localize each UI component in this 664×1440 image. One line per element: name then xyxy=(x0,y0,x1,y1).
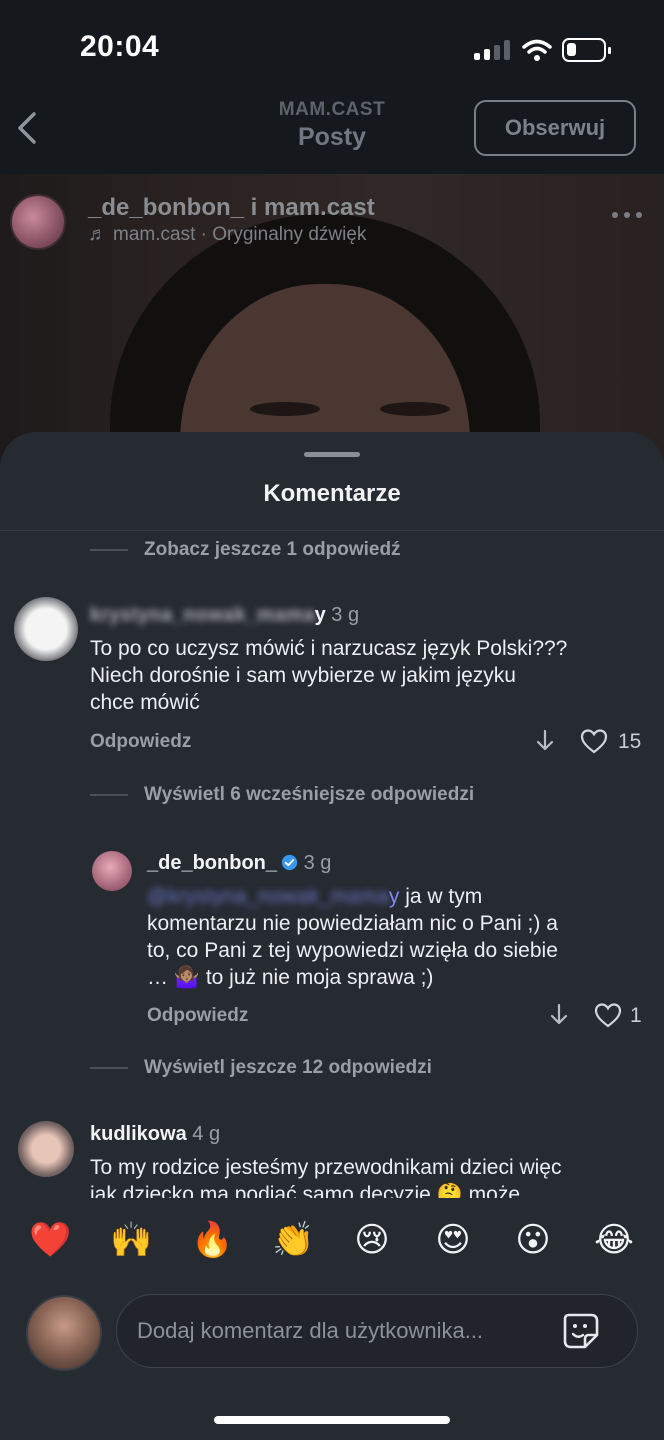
wifi-icon xyxy=(522,39,552,61)
sheet-title: Komentarze xyxy=(263,480,401,507)
drag-handle[interactable] xyxy=(304,452,360,457)
cellular-signal-icon xyxy=(474,40,510,60)
reply-button[interactable]: Odpowiedz xyxy=(147,1005,248,1027)
comments-sheet: Komentarze Zobacz jeszcze 1 odpowiedź kr… xyxy=(0,432,664,1440)
username[interactable]: krystyna_nowak_mama xyxy=(90,604,315,626)
follow-button[interactable]: Obserwuj xyxy=(474,100,636,156)
comment-text: To my rodzice jesteśmy przewodnikami dzi… xyxy=(90,1156,562,1198)
verified-badge-icon xyxy=(281,854,298,871)
like-count: 15 xyxy=(618,730,642,753)
post-audio[interactable]: ♬ mam.cast · Oryginalny dźwięk xyxy=(88,224,366,246)
surprised-emoji-button[interactable]: 😮 xyxy=(513,1220,553,1260)
comment-input[interactable]: Dodaj komentarz dla użytkownika... xyxy=(116,1294,638,1368)
heart-icon[interactable] xyxy=(580,728,608,754)
comment-time: 4 g xyxy=(192,1123,221,1145)
like-count: 1 xyxy=(630,1004,642,1027)
post-video[interactable]: _de_bonbon_ i mam.cast ♬ mam.cast · Orygi… xyxy=(0,174,664,474)
comment-header: kudlikowa 4 g xyxy=(90,1123,220,1146)
reply-button[interactable]: Odpowiedz xyxy=(90,731,191,753)
view-more-replies-button[interactable]: Zobacz jeszcze 1 odpowiedź xyxy=(90,539,401,561)
quick-reactions-bar: ❤️ 🙌 🔥 👏 😢 😍 😮 😂 xyxy=(0,1198,664,1288)
avatar[interactable] xyxy=(18,1121,74,1177)
current-user-avatar xyxy=(26,1295,102,1371)
dislike-arrow-icon[interactable] xyxy=(549,1003,569,1027)
comment-text: @krystyna_nowak_mamay ja w tym komentarz… xyxy=(147,885,558,989)
home-indicator[interactable] xyxy=(214,1416,450,1424)
avatar[interactable] xyxy=(14,597,78,661)
heart-emoji-button[interactable]: ❤️ xyxy=(29,1220,71,1260)
dislike-arrow-icon[interactable] xyxy=(535,729,555,753)
comment-header: krystyna_nowak_mamay 3 g xyxy=(90,604,360,626)
status-bar: 20:04 xyxy=(0,0,664,92)
mention-link[interactable]: @krystyna_nowak_mama xyxy=(147,885,389,908)
raised-hands-emoji-button[interactable]: 🙌 xyxy=(110,1220,152,1260)
top-bar: MAM.CAST Posty Obserwuj xyxy=(0,92,664,174)
comment-time: 3 g xyxy=(331,604,360,626)
comments-list[interactable]: Zobacz jeszcze 1 odpowiedź krystyna_nowa… xyxy=(0,531,664,1198)
username[interactable]: _de_bonbon_ xyxy=(147,852,277,874)
comment-time: 3 g xyxy=(303,852,332,874)
heart-eyes-emoji-button[interactable]: 😍 xyxy=(433,1220,473,1260)
username[interactable]: kudlikowa xyxy=(90,1123,187,1145)
post-authors[interactable]: _de_bonbon_ i mam.cast xyxy=(88,194,375,222)
music-note-icon: ♬ xyxy=(88,224,107,245)
crying-emoji-button[interactable]: 😢 xyxy=(352,1220,392,1260)
clapping-emoji-button[interactable]: 👏 xyxy=(272,1220,314,1260)
more-options-icon[interactable] xyxy=(612,212,642,220)
view-earlier-replies-button[interactable]: Wyświetl 6 wcześniejsze odpowiedzi xyxy=(90,784,474,806)
battery-icon xyxy=(562,38,611,62)
comment-text: To po co uczysz mówić i narzucasz język … xyxy=(90,637,568,714)
comment-input-placeholder: Dodaj komentarz dla użytkownika... xyxy=(137,1318,484,1343)
view-more-replies-button[interactable]: Wyświetl jeszcze 12 odpowiedzi xyxy=(90,1057,432,1079)
status-time: 20:04 xyxy=(80,30,160,63)
laughing-emoji-button[interactable]: 😂 xyxy=(594,1220,634,1260)
comment-header: _de_bonbon_ 3 g xyxy=(147,852,331,875)
avatar[interactable] xyxy=(92,851,132,891)
sticker-icon[interactable] xyxy=(561,1311,601,1351)
post-author-avatar[interactable] xyxy=(10,194,66,250)
heart-icon[interactable] xyxy=(594,1002,622,1028)
fire-emoji-button[interactable]: 🔥 xyxy=(191,1220,233,1260)
